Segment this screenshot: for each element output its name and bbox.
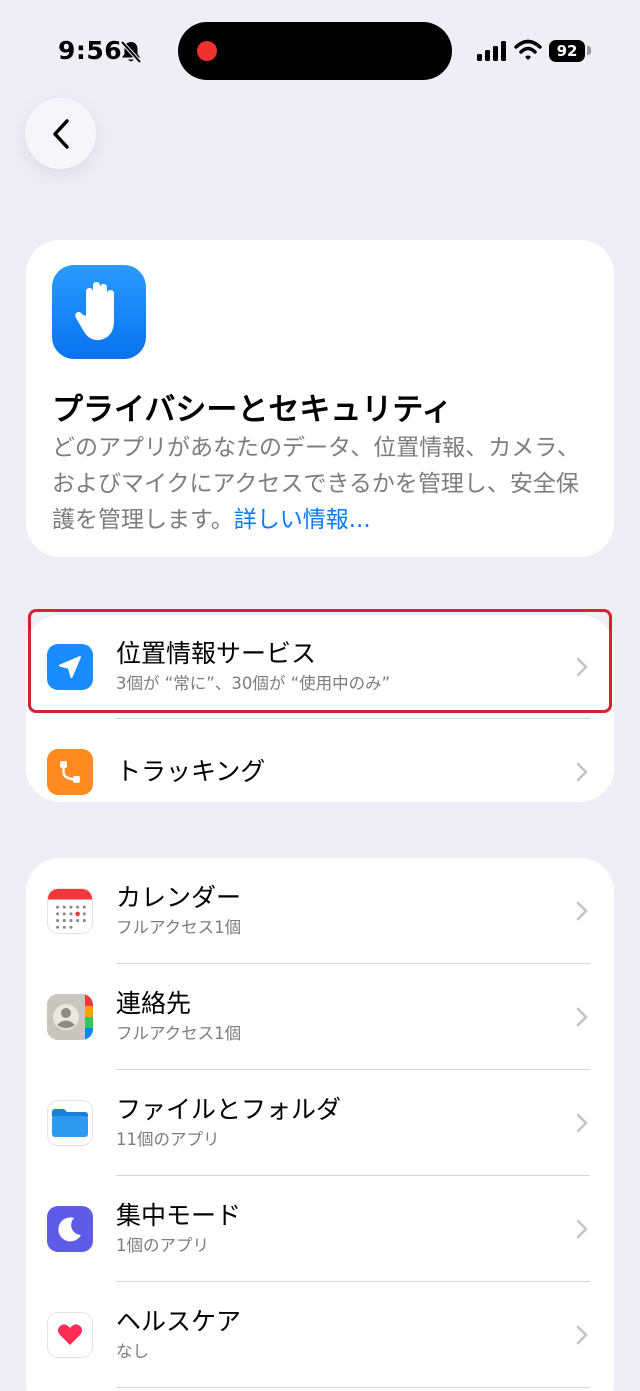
health-subtitle: なし — [116, 1342, 149, 1361]
recording-dot — [197, 41, 217, 61]
location-tracking-group: 位置情報サービス 3個が “常に”、30個が “使用中のみ” トラッキング — [26, 615, 614, 802]
chevron-right-icon — [576, 1219, 588, 1239]
back-chevron-icon — [52, 118, 69, 149]
dynamic-island — [178, 22, 452, 80]
wifi-icon — [514, 39, 542, 60]
status-time: 9:56 — [58, 36, 123, 65]
calendar-icon — [48, 889, 92, 929]
health-row[interactable]: ヘルスケア なし — [26, 1282, 614, 1388]
chevron-right-icon — [576, 901, 588, 921]
tracking-row[interactable]: トラッキング — [26, 719, 614, 802]
calendar-app-icon — [47, 888, 93, 934]
tracking-title: トラッキング — [116, 757, 266, 786]
focus-subtitle: 1個のアプリ — [116, 1236, 209, 1255]
raised-hand-icon — [75, 282, 114, 341]
privacy-header-card: プライバシーとセキュリティ どのアプリがあなたのデータ、位置情報、カメラ、および… — [26, 240, 614, 557]
battery-tip — [587, 46, 591, 55]
contacts-icon — [47, 994, 93, 1040]
status-bar: 9:56 92 — [0, 0, 640, 100]
contacts-app-icon — [47, 994, 93, 1040]
chevron-right-icon — [576, 1113, 588, 1133]
tracking-icon — [60, 761, 80, 783]
calendar-subtitle: フルアクセス1個 — [116, 918, 242, 937]
health-title: ヘルスケア — [116, 1307, 242, 1336]
header-description: どのアプリがあなたのデータ、位置情報、カメラ、およびマイクにアクセスできるかを管… — [52, 430, 592, 538]
calendar-title: カレンダー — [116, 883, 242, 912]
privacy-app-icon — [52, 265, 146, 359]
files-subtitle: 11個のアプリ — [116, 1130, 220, 1149]
location-services-icon — [47, 644, 93, 690]
files-app-icon — [47, 1100, 93, 1146]
location-services-subtitle: 3個が “常に”、30個が “使用中のみ” — [116, 674, 391, 693]
heart-icon — [58, 1324, 82, 1345]
files-row[interactable]: ファイルとフォルダ 11個のアプリ — [26, 1070, 614, 1176]
tracking-app-icon — [47, 749, 93, 795]
contacts-subtitle: フルアクセス1個 — [116, 1024, 242, 1043]
chevron-right-icon — [576, 657, 588, 677]
moon-icon — [58, 1217, 81, 1242]
app-permissions-group: カレンダー フルアクセス1個 連絡先 フルアクセス1個 ファイルとフォルダ 11… — [26, 858, 614, 1391]
bell-slash-icon — [120, 40, 142, 64]
location-arrow-icon — [59, 656, 81, 678]
chevron-right-icon — [576, 1325, 588, 1345]
chevron-right-icon — [576, 762, 588, 782]
calendar-row[interactable]: カレンダー フルアクセス1個 — [26, 858, 614, 964]
focus-title: 集中モード — [116, 1201, 242, 1230]
learn-more-link[interactable]: 詳しい情報... — [234, 507, 371, 533]
focus-row[interactable]: 集中モード 1個のアプリ — [26, 1176, 614, 1282]
contacts-row[interactable]: 連絡先 フルアクセス1個 — [26, 964, 614, 1070]
location-services-row[interactable]: 位置情報サービス 3個が “常に”、30個が “使用中のみ” — [26, 615, 614, 719]
cellular-signal-icon — [477, 41, 506, 61]
location-services-title: 位置情報サービス — [116, 639, 317, 668]
contacts-title: 連絡先 — [116, 989, 192, 1018]
battery-indicator: 92 — [549, 40, 585, 62]
files-title: ファイルとフォルダ — [116, 1095, 342, 1124]
page-title: プライバシーとセキュリティ — [52, 392, 453, 428]
chevron-right-icon — [576, 1007, 588, 1027]
folder-icon — [52, 1109, 88, 1137]
back-button[interactable] — [25, 98, 96, 169]
row-divider — [116, 1387, 590, 1388]
health-app-icon — [47, 1312, 93, 1358]
focus-app-icon — [47, 1206, 93, 1252]
